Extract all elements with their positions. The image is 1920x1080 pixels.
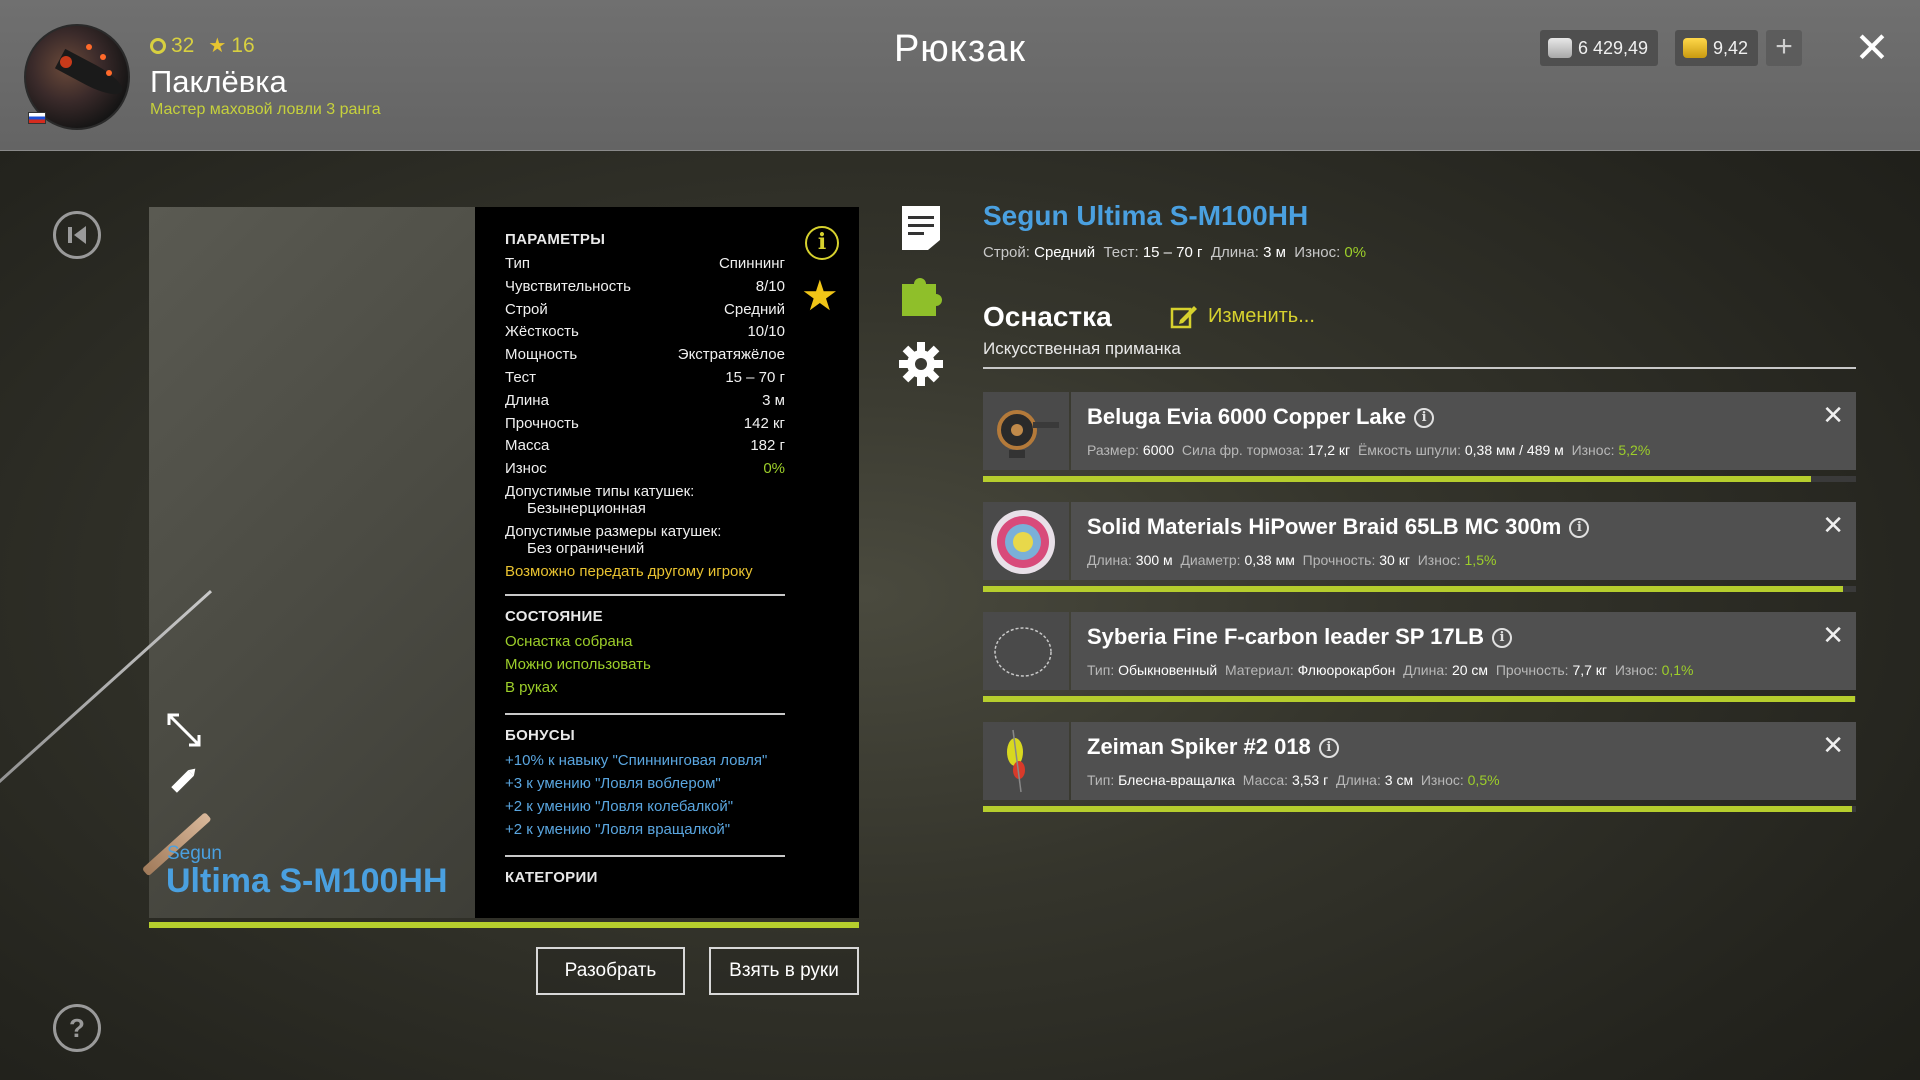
item-summary: Строй: Средний Тест: 15 – 70 г Длина: 3 … — [983, 244, 1367, 261]
remove-icon[interactable]: ✕ — [1822, 510, 1844, 541]
tackle-specs: Длина: 300 м Диаметр: 0,38 мм Прочность:… — [1087, 552, 1497, 568]
reel-thumbnail — [983, 392, 1069, 470]
tackle-item-reel[interactable]: Beluga Evia 6000 Copper Lake i Размер: 60… — [983, 392, 1856, 470]
player-rank: Мастер маховой ловли 3 ранга — [150, 101, 381, 118]
silver-balance[interactable]: 6 429,49 — [1540, 30, 1659, 66]
tackle-name: Beluga Evia 6000 Copper Lake — [1087, 404, 1407, 429]
edit-rig-button[interactable]: Изменить... — [1170, 303, 1315, 329]
leader-thumbnail — [983, 612, 1069, 690]
divider — [505, 712, 785, 715]
reel-sizes: Допустимые размеры катушек: Без ограниче… — [505, 522, 722, 557]
tackle-condition-bar — [983, 586, 1856, 592]
back-arrow-icon — [68, 226, 86, 244]
transfer-note: Возможно передать другому игроку — [505, 562, 753, 580]
state-item: В руках — [505, 678, 558, 696]
remove-icon[interactable]: ✕ — [1822, 400, 1844, 431]
bonus-item: +10% к навыку "Спиннинговая ловля" — [505, 751, 768, 769]
pencil-icon[interactable] — [166, 762, 202, 798]
back-button[interactable] — [53, 211, 101, 259]
disassemble-button[interactable]: Разобрать — [536, 947, 685, 995]
divider — [505, 593, 785, 596]
document-icon[interactable] — [898, 204, 944, 252]
categories-title: КАТЕГОРИИ — [505, 868, 598, 886]
top-bar: 32 ★ 16 Паклёвка Мастер маховой ловли 3 … — [0, 0, 1920, 151]
bonus-item: +2 к умению "Ловля колебалкой" — [505, 797, 734, 815]
silver-value: 6 429,49 — [1578, 37, 1649, 58]
param-row: Прочность 142 кг — [505, 414, 785, 432]
tackle-name: Syberia Fine F-carbon leader SP 17LB — [1087, 624, 1484, 649]
rig-title: Оснастка — [983, 301, 1112, 332]
item-image-panel — [149, 207, 475, 918]
params-list: Тип Спиннинг Чувствительность 8/10 Строй Ср… — [505, 253, 785, 481]
state-item: Оснастка собрана — [505, 632, 633, 650]
line-thumbnail — [983, 502, 1069, 580]
edit-rig-label: Изменить... — [1208, 304, 1315, 327]
params-title: ПАРАМЕТРЫ — [505, 231, 606, 248]
tackle-condition-bar — [983, 696, 1856, 702]
item-model: Ultima S-M100HH — [166, 862, 448, 900]
param-row: Жёсткость 10/10 — [505, 323, 785, 341]
state-item: Можно использовать — [505, 655, 651, 673]
lure-thumbnail — [983, 722, 1069, 800]
question-icon: ? — [69, 1013, 85, 1043]
tackle-specs: Размер: 6000 Сила фр. тормоза: 17,2 кг Ё… — [1087, 442, 1651, 458]
divider — [983, 367, 1856, 369]
tackle-specs: Тип: Обыкновенный Материал: Флюорокарбон… — [1087, 662, 1694, 678]
state-title: СОСТОЯНИЕ — [505, 607, 603, 625]
remove-icon[interactable]: ✕ — [1822, 620, 1844, 651]
param-row: Строй Средний — [505, 300, 785, 318]
param-row: Мощность Экстратяжёлое — [505, 346, 785, 364]
info-icon[interactable]: i — [805, 226, 839, 260]
item-condition-bar — [149, 922, 859, 928]
item-title: Segun Ultima S-M100HH — [983, 200, 1309, 231]
param-row: Чувствительность 8/10 — [505, 277, 785, 295]
tackle-condition-fill — [983, 696, 1856, 702]
tackle-condition-fill — [983, 806, 1852, 812]
tackle-item-line[interactable]: Solid Materials HiPower Braid 65LB MC 30… — [983, 502, 1856, 580]
silver-coins-icon — [1548, 38, 1572, 58]
puzzle-icon[interactable] — [898, 270, 944, 318]
param-row: Тест 15 – 70 г — [505, 368, 785, 386]
tackle-condition-bar — [983, 476, 1856, 482]
take-in-hands-button[interactable]: Взять в руки — [709, 947, 859, 995]
tackle-condition-bar — [983, 806, 1856, 812]
tackle-name: Zeiman Spiker #2 018 — [1087, 734, 1311, 759]
info-icon[interactable]: i — [1414, 408, 1435, 428]
tackle-item-lure[interactable]: Zeiman Spiker #2 018 i Тип: Блесна-вращал… — [983, 722, 1856, 800]
bonus-item: +2 к умению "Ловля вращалкой" — [505, 820, 731, 838]
gold-coins-icon — [1683, 38, 1707, 58]
tackle-condition-fill — [983, 476, 1811, 482]
param-row: Износ 0% — [505, 460, 785, 478]
divider — [505, 854, 785, 857]
tackle-name: Solid Materials HiPower Braid 65LB MC 30… — [1087, 514, 1562, 539]
gold-balance[interactable]: 9,42 — [1675, 30, 1759, 66]
info-icon[interactable]: i — [1318, 738, 1339, 758]
bonus-item: +3 к умению "Ловля воблером" — [505, 774, 721, 792]
info-icon[interactable]: i — [1569, 518, 1590, 538]
reel-types: Допустимые типы катушек: Безынерционная — [505, 482, 695, 517]
param-row: Масса 182 г — [505, 437, 785, 455]
param-row: Тип Спиннинг — [505, 255, 785, 272]
gear-icon[interactable] — [898, 340, 944, 388]
edit-icon — [1170, 306, 1197, 329]
info-icon[interactable]: i — [1491, 628, 1512, 648]
expand-icon[interactable] — [166, 712, 202, 748]
tackle-condition-fill — [983, 586, 1843, 592]
remove-icon[interactable]: ✕ — [1822, 730, 1844, 761]
tackle-specs: Тип: Блесна-вращалка Масса: 3,53 г Длина… — [1087, 772, 1500, 788]
gold-value: 9,42 — [1713, 37, 1749, 58]
add-currency-button[interactable]: + — [1766, 30, 1802, 66]
help-button[interactable]: ? — [53, 1004, 101, 1052]
favorite-star-icon[interactable]: ★ — [801, 271, 839, 320]
bonus-title: БОНУСЫ — [505, 726, 575, 744]
tackle-item-leader[interactable]: Syberia Fine F-carbon leader SP 17LB i Ти… — [983, 612, 1856, 690]
close-icon[interactable]: ✕ — [1852, 26, 1892, 70]
russia-flag-icon — [28, 112, 46, 124]
param-row: Длина 3 м — [505, 391, 785, 409]
rig-type: Искусственная приманка — [983, 339, 1181, 358]
